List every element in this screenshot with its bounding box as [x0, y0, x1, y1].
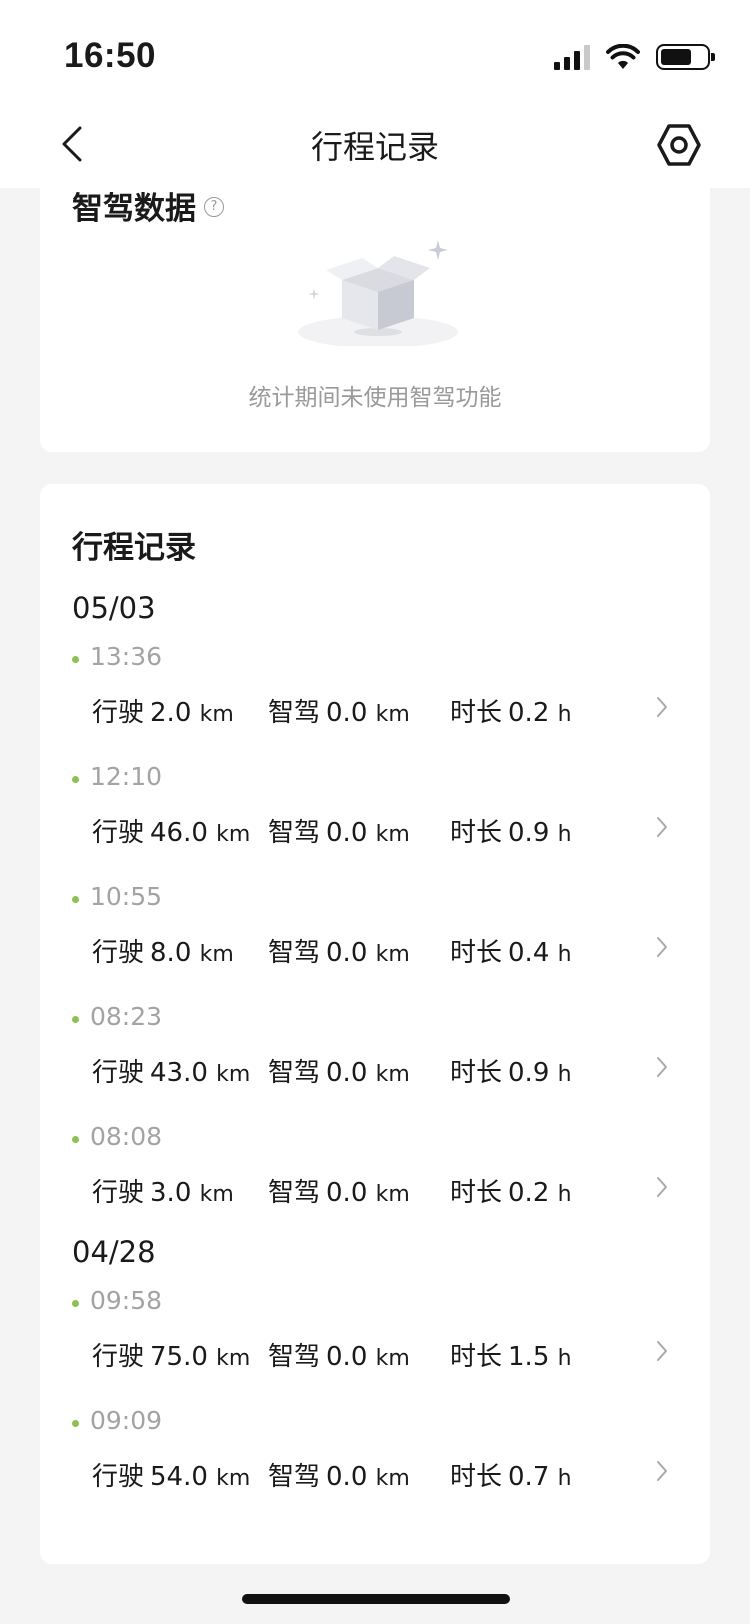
trip-dot	[72, 1420, 79, 1427]
drive-distance: 行驶 46.0 km	[92, 818, 251, 848]
status-icons	[554, 44, 715, 70]
date-header: 04/28	[72, 1235, 156, 1269]
trip-time: 08:23	[90, 1002, 163, 1031]
chevron-right-icon	[657, 1461, 667, 1481]
smart-distance: 智驾 0.0 km	[268, 1178, 410, 1208]
chevron-right-icon	[657, 1341, 667, 1361]
trip-dot	[72, 1136, 79, 1143]
chevron-right-icon	[657, 937, 667, 957]
trip-duration: 时长 0.9 h	[450, 818, 572, 848]
trip-duration: 时长 0.2 h	[450, 698, 572, 728]
drive-distance: 行驶 54.0 km	[92, 1462, 251, 1492]
chevron-right-icon	[657, 1057, 667, 1077]
smart-distance: 智驾 0.0 km	[268, 938, 410, 968]
smart-distance: 智驾 0.0 km	[268, 1342, 410, 1372]
trip-row[interactable]: 10:55 行驶 8.0 km 智驾 0.0 km 时长 0.4 h	[72, 876, 682, 996]
drive-distance: 行驶 75.0 km	[92, 1342, 251, 1372]
chevron-right-icon	[657, 817, 667, 837]
wifi-icon	[606, 44, 640, 69]
trip-row[interactable]: 08:23 行驶 43.0 km 智驾 0.0 km 时长 0.9 h	[72, 996, 682, 1116]
drive-distance: 行驶 2.0 km	[92, 698, 234, 728]
trip-row[interactable]: 09:58 行驶 75.0 km 智驾 0.0 km 时长 1.5 h	[72, 1280, 682, 1400]
trip-list: 05/03 13:36 行驶 2.0 km 智驾 0.0 km 时长 0.2 h 12…	[72, 588, 682, 1528]
trip-duration: 时长 0.7 h	[450, 1462, 572, 1492]
page-title: 行程记录	[310, 128, 439, 166]
smart-distance: 智驾 0.0 km	[268, 1462, 410, 1492]
trip-duration: 时长 0.2 h	[450, 1178, 572, 1208]
battery-icon	[656, 44, 715, 70]
chevron-right-icon	[657, 697, 667, 717]
trip-duration: 时长 1.5 h	[450, 1342, 572, 1372]
chevron-right-icon	[657, 1177, 667, 1197]
trip-dot	[72, 656, 79, 663]
trip-row[interactable]: 08:08 行驶 3.0 km 智驾 0.0 km 时长 0.2 h	[72, 1116, 682, 1236]
trip-dot	[72, 776, 79, 783]
smart-distance: 智驾 0.0 km	[268, 698, 410, 728]
signal-icon	[554, 44, 590, 70]
trip-records-card: 行程记录 05/03 13:36 行驶 2.0 km 智驾 0.0 km 时长 0.2…	[40, 484, 710, 1564]
drive-distance: 行驶 8.0 km	[92, 938, 234, 968]
smart-distance: 智驾 0.0 km	[268, 1058, 410, 1088]
trip-row[interactable]: 09:09 行驶 54.0 km 智驾 0.0 km 时长 0.7 h	[72, 1400, 682, 1528]
help-icon[interactable]: ?	[204, 196, 224, 217]
home-indicator[interactable]	[242, 1594, 510, 1604]
status-time: 16:50	[64, 36, 157, 75]
header: 16:50 行程记录	[0, 0, 750, 188]
trip-duration: 时长 0.9 h	[450, 1058, 572, 1088]
date-header: 05/03	[72, 591, 156, 625]
trip-row[interactable]: 12:10 行驶 46.0 km 智驾 0.0 km 时长 0.9 h	[72, 756, 682, 876]
trip-time: 09:09	[90, 1406, 163, 1435]
trip-records-title: 行程记录	[72, 530, 196, 566]
smart-driving-card: 智驾数据 ? 统计期间未使用智驾功能	[40, 150, 710, 452]
smart-data-title: 智驾数据 ?	[72, 183, 224, 228]
smart-distance: 智驾 0.0 km	[268, 818, 410, 848]
settings-icon[interactable]	[656, 122, 702, 168]
smart-data-title-text: 智驾数据	[72, 191, 196, 227]
trip-time: 10:55	[90, 882, 163, 911]
trip-time: 13:36	[90, 642, 163, 671]
drive-distance: 行驶 43.0 km	[92, 1058, 251, 1088]
trip-row[interactable]: 13:36 行驶 2.0 km 智驾 0.0 km 时长 0.2 h	[72, 636, 682, 756]
empty-message: 统计期间未使用智驾功能	[248, 385, 502, 411]
empty-box-icon	[298, 240, 458, 346]
trip-time: 09:58	[90, 1286, 163, 1315]
trip-dot	[72, 1300, 79, 1307]
trip-time: 12:10	[90, 762, 163, 791]
trip-time: 08:08	[90, 1122, 163, 1151]
trip-dot	[72, 896, 79, 903]
drive-distance: 行驶 3.0 km	[92, 1178, 234, 1208]
trip-duration: 时长 0.4 h	[450, 938, 572, 968]
trip-dot	[72, 1016, 79, 1023]
